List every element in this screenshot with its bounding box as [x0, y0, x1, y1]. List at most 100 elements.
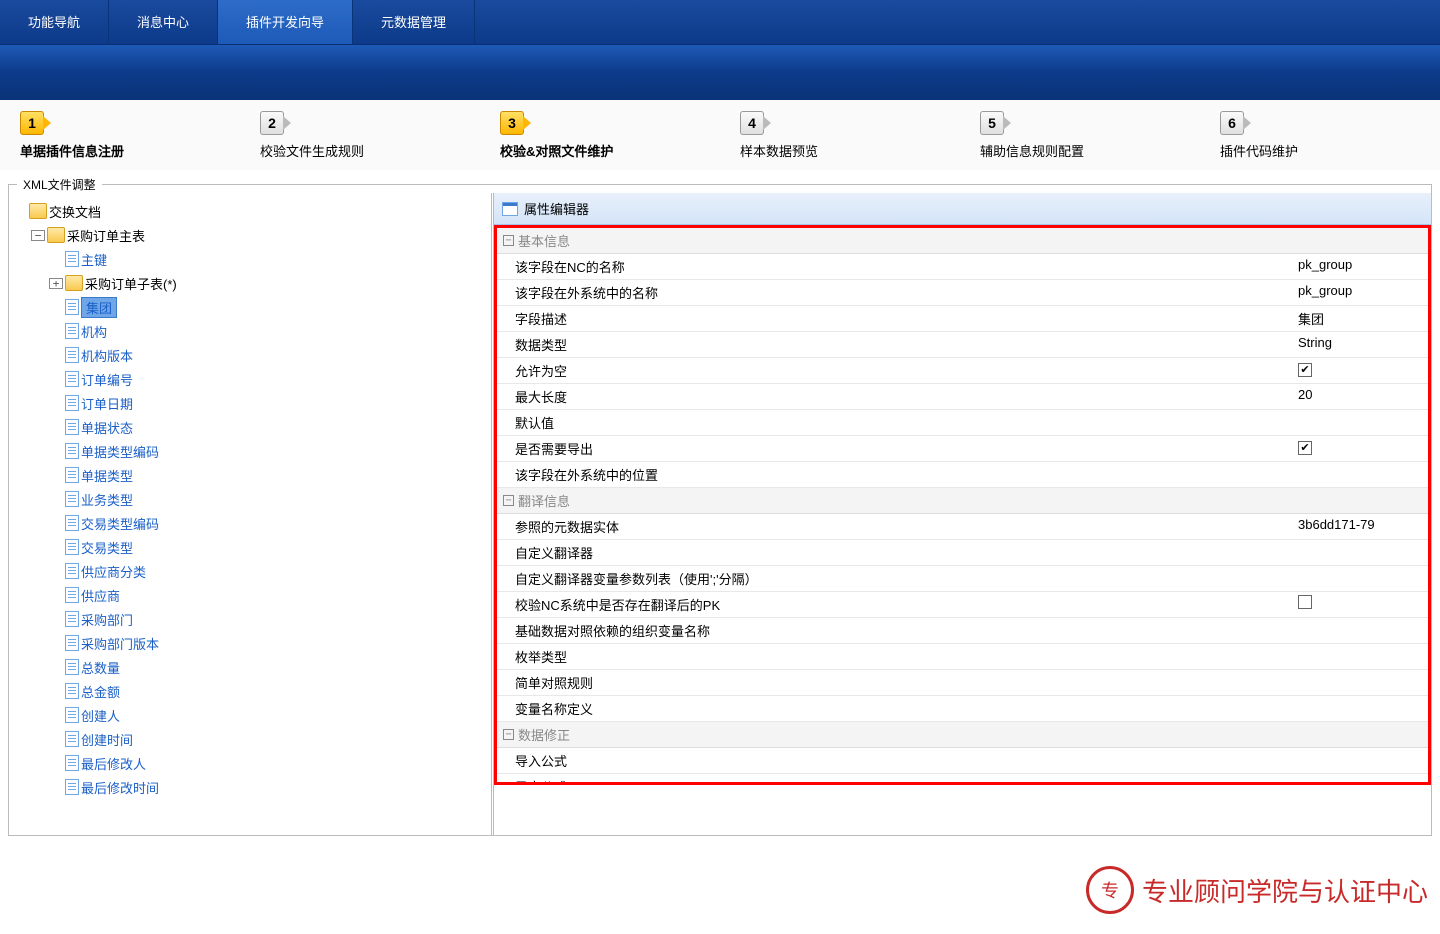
prop-label: 字段描述 [515, 309, 1298, 328]
prop-value[interactable] [1298, 413, 1428, 432]
prop-row[interactable]: 最大长度20 [497, 384, 1428, 410]
checkbox-icon[interactable] [1298, 363, 1312, 377]
prop-label: 数据类型 [515, 335, 1298, 354]
tree-node[interactable]: 总数量 [13, 655, 487, 679]
prop-value[interactable]: 3b6dd171-79 [1298, 517, 1428, 536]
tree-label: 采购订单子表(*) [85, 274, 177, 293]
tree-node[interactable]: 交易类型 [13, 535, 487, 559]
tree-label: 交易类型 [81, 538, 133, 557]
prop-value[interactable] [1298, 361, 1428, 380]
prop-row[interactable]: 基础数据对照依赖的组织变量名称 [497, 618, 1428, 644]
wizard-step-4[interactable]: 4样本数据预览 [720, 111, 960, 160]
prop-value[interactable] [1298, 595, 1428, 614]
prop-row[interactable]: 导出公式 [497, 774, 1428, 785]
tree-label: 最后修改时间 [81, 778, 159, 797]
top-tab-1[interactable]: 消息中心 [109, 0, 218, 44]
prop-value[interactable] [1298, 647, 1428, 666]
top-tab-3[interactable]: 元数据管理 [353, 0, 475, 44]
prop-value[interactable] [1298, 673, 1428, 692]
section-collapse-icon[interactable]: − [503, 235, 514, 246]
expand-toggle-icon[interactable]: + [49, 278, 63, 289]
wizard-step-5[interactable]: 5辅助信息规则配置 [960, 111, 1200, 160]
tree-node[interactable]: 供应商分类 [13, 559, 487, 583]
wizard-step-2[interactable]: 2校验文件生成规则 [240, 111, 480, 160]
prop-label: 枚举类型 [515, 647, 1298, 666]
tree-node[interactable]: 订单日期 [13, 391, 487, 415]
tree-node[interactable]: 创建人 [13, 703, 487, 727]
prop-row[interactable]: 默认值 [497, 410, 1428, 436]
tree-node[interactable]: 单据类型 [13, 463, 487, 487]
prop-value[interactable] [1298, 621, 1428, 640]
prop-value[interactable] [1298, 439, 1428, 458]
tree-node[interactable]: 创建时间 [13, 727, 487, 751]
tree-node[interactable]: 机构 [13, 319, 487, 343]
prop-value[interactable] [1298, 543, 1428, 562]
property-header: 属性编辑器 [494, 193, 1431, 225]
prop-row[interactable]: 校验NC系统中是否存在翻译后的PK [497, 592, 1428, 618]
prop-label: 该字段在NC的名称 [515, 257, 1298, 276]
section-collapse-icon[interactable]: − [503, 729, 514, 740]
tree-node[interactable]: 总金额 [13, 679, 487, 703]
prop-row[interactable]: 枚举类型 [497, 644, 1428, 670]
prop-section-header[interactable]: −基本信息 [497, 228, 1428, 254]
tree-node[interactable]: 业务类型 [13, 487, 487, 511]
prop-value[interactable] [1298, 777, 1428, 785]
prop-row[interactable]: 该字段在NC的名称pk_group [497, 254, 1428, 280]
prop-value[interactable] [1298, 569, 1428, 588]
prop-value[interactable] [1298, 699, 1428, 718]
top-tab-0[interactable]: 功能导航 [0, 0, 109, 44]
checkbox-icon[interactable] [1298, 441, 1312, 455]
checkbox-icon[interactable] [1298, 595, 1312, 609]
top-tab-2[interactable]: 插件开发向导 [218, 0, 353, 44]
prop-section-header[interactable]: −数据修正 [497, 722, 1428, 748]
tree-label: 总金额 [81, 682, 120, 701]
tree-node[interactable]: 集团 [13, 295, 487, 319]
wizard-step-1[interactable]: 1单据插件信息注册 [0, 111, 240, 160]
tree-label: 集团 [81, 297, 117, 318]
prop-row[interactable]: 自定义翻译器 [497, 540, 1428, 566]
tree-node[interactable]: −采购订单主表 [13, 223, 487, 247]
prop-row[interactable]: 该字段在外系统中的位置 [497, 462, 1428, 488]
prop-row[interactable]: 简单对照规则 [497, 670, 1428, 696]
prop-row[interactable]: 变量名称定义 [497, 696, 1428, 722]
folder-icon [65, 275, 83, 291]
prop-value[interactable]: String [1298, 335, 1428, 354]
prop-value[interactable] [1298, 465, 1428, 484]
expand-toggle-icon[interactable]: − [31, 230, 45, 241]
prop-value[interactable]: 集团 [1298, 309, 1428, 328]
tree-node[interactable]: 采购部门版本 [13, 631, 487, 655]
prop-row[interactable]: 导入公式 [497, 748, 1428, 774]
seal-icon: 专 [1086, 866, 1134, 914]
file-icon [65, 443, 79, 459]
prop-label: 最大长度 [515, 387, 1298, 406]
prop-row[interactable]: 自定义翻译器变量参数列表（使用';'分隔） [497, 566, 1428, 592]
tree-node[interactable]: 订单编号 [13, 367, 487, 391]
prop-section-header[interactable]: −翻译信息 [497, 488, 1428, 514]
tree-node[interactable]: 单据类型编码 [13, 439, 487, 463]
prop-row[interactable]: 字段描述集团 [497, 306, 1428, 332]
tree-node[interactable]: 交易类型编码 [13, 511, 487, 535]
prop-row[interactable]: 允许为空 [497, 358, 1428, 384]
prop-value[interactable]: pk_group [1298, 257, 1428, 276]
tree-node[interactable]: + 采购订单子表(*) [13, 271, 487, 295]
prop-row[interactable]: 参照的元数据实体3b6dd171-79 [497, 514, 1428, 540]
prop-row[interactable]: 该字段在外系统中的名称pk_group [497, 280, 1428, 306]
tree-node[interactable]: 交换文档 [13, 199, 487, 223]
tree-node[interactable]: 机构版本 [13, 343, 487, 367]
section-collapse-icon[interactable]: − [503, 495, 514, 506]
tree-node[interactable]: 供应商 [13, 583, 487, 607]
tree-node[interactable]: 主键 [13, 247, 487, 271]
wizard-step-3[interactable]: 3校验&对照文件维护 [480, 111, 720, 160]
tree-node[interactable]: 最后修改时间 [13, 775, 487, 799]
watermark-text: 专业顾问学院与认证中心 [1142, 872, 1428, 909]
prop-row[interactable]: 数据类型String [497, 332, 1428, 358]
prop-value[interactable]: pk_group [1298, 283, 1428, 302]
prop-row[interactable]: 是否需要导出 [497, 436, 1428, 462]
tree-pane[interactable]: 交换文档−采购订单主表主键+采购订单子表(*)集团机构机构版本订单编号订单日期单… [9, 193, 494, 835]
prop-value[interactable]: 20 [1298, 387, 1428, 406]
wizard-step-6[interactable]: 6插件代码维护 [1200, 111, 1440, 160]
tree-node[interactable]: 采购部门 [13, 607, 487, 631]
tree-node[interactable]: 最后修改人 [13, 751, 487, 775]
prop-value[interactable] [1298, 751, 1428, 770]
tree-node[interactable]: 单据状态 [13, 415, 487, 439]
